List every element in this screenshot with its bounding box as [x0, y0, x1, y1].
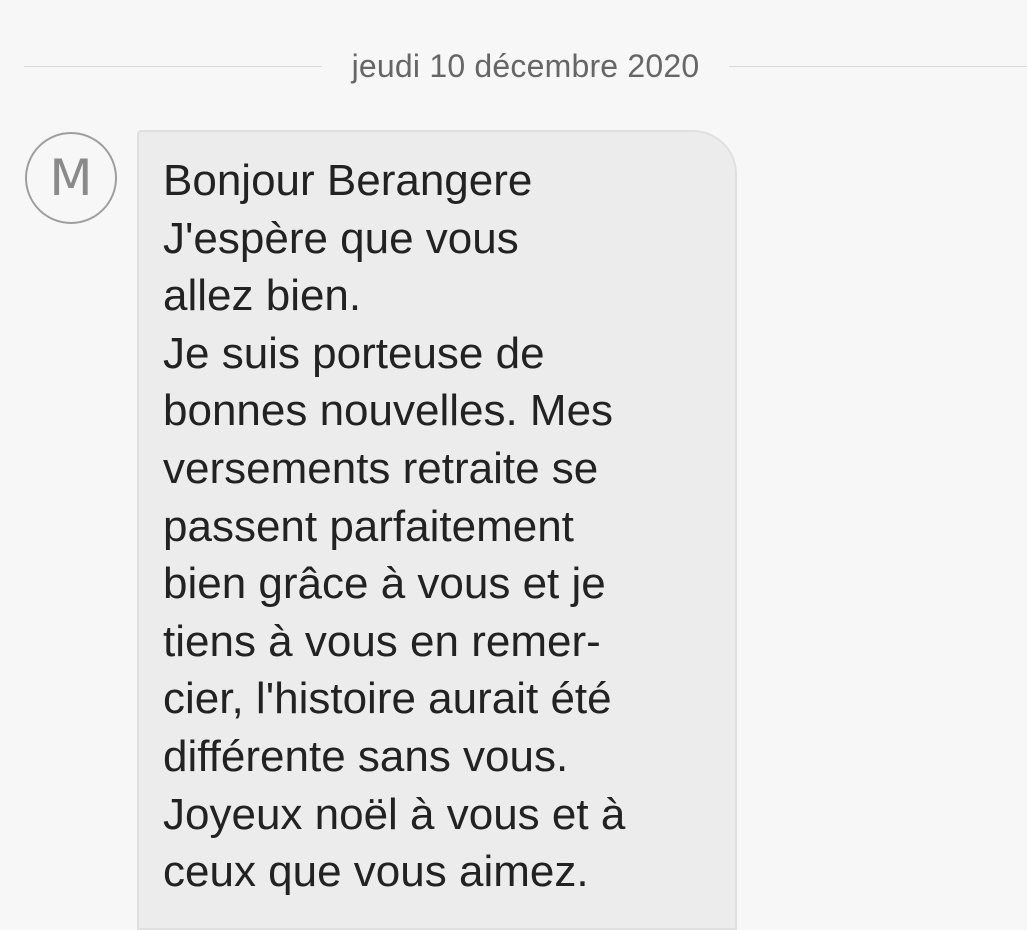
message-line: J'espère que vous — [163, 213, 519, 263]
separator-line-right — [729, 65, 1027, 67]
message-line: bien grâce à vous et je — [163, 559, 606, 609]
message-line: Bonjour Berangere — [163, 156, 533, 205]
avatar-initial: M — [49, 149, 93, 207]
message-line: ceux que vous aimez. — [163, 847, 589, 897]
message-line: passent parfaitement — [163, 501, 574, 551]
message-line: versements retraite se — [163, 443, 599, 493]
message-line: cier, l'histoire aurait été — [163, 674, 612, 724]
message-line: bonnes nouvelles. Mes — [163, 386, 614, 436]
message-line: tiens à vous en remer- — [163, 616, 601, 666]
date-separator: jeudi 10 décembre 2020 — [24, 42, 1027, 90]
separator-line-left — [24, 65, 322, 67]
message-line: différente sans vous. — [163, 731, 569, 781]
message-bubble[interactable]: Bonjour Berangere J'espère que vous alle… — [137, 130, 737, 930]
sender-avatar[interactable]: M — [25, 132, 117, 224]
message-line: Je suis porteuse de — [163, 328, 545, 378]
message-line: allez bien. — [163, 271, 362, 321]
message-line: Joyeux noël à vous et à — [163, 789, 626, 839]
date-label: jeudi 10 décembre 2020 — [351, 47, 700, 84]
